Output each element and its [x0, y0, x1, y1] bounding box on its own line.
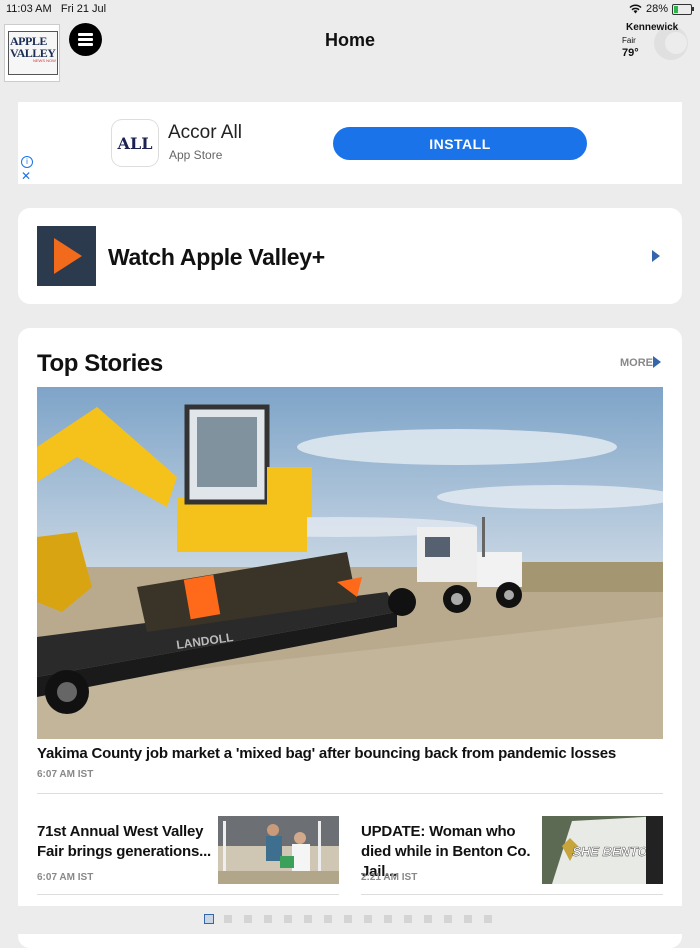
page-dot[interactable] — [424, 915, 432, 923]
page-dot[interactable] — [344, 915, 352, 923]
page-dot[interactable] — [244, 915, 252, 923]
story-time-benton-jail: 2:21 AM IST — [361, 872, 418, 883]
weather-temperature: 79° — [622, 47, 639, 59]
page-title: Home — [324, 30, 375, 50]
status-time: 11:03 AM Fri 21 Jul — [6, 3, 107, 15]
page-dot[interactable] — [304, 915, 312, 923]
page-indicator[interactable] — [0, 906, 700, 934]
lead-headline[interactable]: Yakima County job market a 'mixed bag' a… — [37, 745, 663, 762]
watch-apple-valley-card[interactable]: Watch Apple Valley+ — [18, 208, 682, 304]
page-dot[interactable] — [464, 915, 472, 923]
page-dot[interactable] — [224, 915, 232, 923]
page-dot[interactable] — [324, 915, 332, 923]
divider — [361, 894, 663, 895]
story-thumb-fair[interactable] — [218, 816, 339, 884]
more-link[interactable]: MORE — [620, 357, 653, 369]
section-heading: Top Stories — [37, 350, 163, 377]
ad-store-label: App Store — [169, 148, 223, 162]
ad-app-name: Accor All — [168, 122, 242, 143]
status-right: 28% — [629, 3, 694, 15]
logo-line3: NEWS NOW — [33, 58, 56, 63]
story-time-fair: 6:07 AM IST — [37, 872, 94, 883]
accor-app-icon[interactable]: ALL — [112, 120, 158, 166]
lead-timestamp: 6:07 AM IST — [37, 769, 94, 780]
ad-banner[interactable]: ALL Accor All App Store INSTALL i ✕ — [18, 102, 682, 184]
app-header: APPLE VALLEY NEWS NOW Home Kennewick Fai… — [0, 18, 700, 82]
wifi-icon — [629, 4, 642, 14]
page-dot[interactable] — [204, 914, 214, 924]
page-dot[interactable] — [444, 915, 452, 923]
page-dot[interactable] — [484, 915, 492, 923]
lead-story-image[interactable]: LANDOLL — [37, 387, 663, 739]
weather-condition: Fair — [622, 36, 636, 45]
status-bar: 11:03 AM Fri 21 Jul 28% — [0, 0, 700, 18]
page-dot[interactable] — [284, 915, 292, 923]
story-thumb-sheriff[interactable]: SHE BENTON — [542, 816, 663, 884]
weather-widget[interactable]: Kennewick Fair 79° — [622, 22, 678, 59]
divider — [37, 793, 663, 794]
ad-info-icon[interactable]: i — [21, 156, 33, 168]
watch-label: Watch Apple Valley+ — [108, 244, 325, 270]
weather-city: Kennewick — [626, 22, 679, 33]
ad-close-icon[interactable]: ✕ — [21, 169, 31, 183]
install-button[interactable]: INSTALL — [333, 127, 587, 160]
sheriff-text: SHE BENTON — [571, 844, 659, 859]
page-dot[interactable] — [264, 915, 272, 923]
top-stories-section: Top Stories MORE LANDOLL Yakima County j… — [18, 328, 682, 948]
battery-percent: 28% — [645, 3, 668, 15]
battery-icon — [672, 3, 694, 15]
more-arrow-icon[interactable] — [653, 356, 661, 368]
chevron-right-icon — [652, 250, 660, 262]
divider — [37, 894, 339, 895]
page-dot[interactable] — [404, 915, 412, 923]
story-title-fair[interactable]: 71st Annual West Valley Fair brings gene… — [37, 822, 213, 862]
page-dot[interactable] — [384, 915, 392, 923]
page-dot[interactable] — [364, 915, 372, 923]
play-icon — [37, 226, 96, 286]
